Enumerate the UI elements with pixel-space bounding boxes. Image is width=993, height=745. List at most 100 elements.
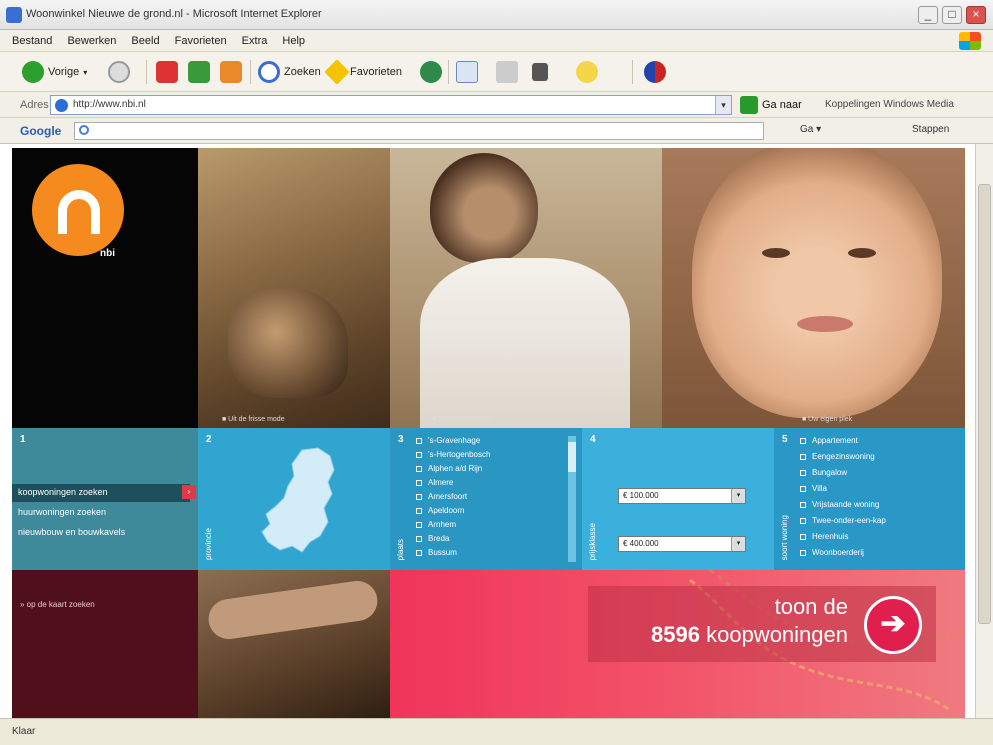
google-settings-button[interactable]: Stappen: [912, 124, 949, 135]
title-bar: Woonwinkel Nieuwe de grond.nl - Microsof…: [0, 0, 993, 30]
step-label: plaats: [396, 538, 405, 560]
print-button[interactable]: [496, 60, 518, 84]
stop-icon: [156, 61, 178, 83]
city-option[interactable]: Amersfoort: [416, 492, 467, 505]
hero-photo-hands: [198, 148, 390, 428]
menu-bewerken[interactable]: Bewerken: [67, 35, 116, 47]
nbi-logo[interactable]: [32, 164, 124, 256]
hero-banner: nbi ■ Uit de frisse mode ■ Lekker naar h…: [12, 148, 965, 428]
search-button[interactable]: Zoeken: [258, 60, 321, 84]
close-button[interactable]: ×: [966, 6, 986, 24]
city-list-scrollbar[interactable]: [568, 436, 576, 562]
minimize-button[interactable]: _: [918, 6, 938, 24]
refresh-button[interactable]: [188, 60, 210, 84]
messenger-button[interactable]: [576, 60, 598, 84]
maximize-button[interactable]: □: [942, 6, 962, 24]
photo-caption[interactable]: ■ Lekker naar huis: [432, 416, 490, 428]
edit-button[interactable]: [532, 60, 548, 84]
step-house-type: 5 soort woning Appartement Eengezinswoni…: [774, 428, 965, 570]
mail-icon: [456, 61, 478, 83]
chevron-right-icon: ›: [182, 485, 196, 499]
back-arrow-icon: [22, 61, 44, 83]
option-nieuwbouw[interactable]: nieuwbouw en bouwkavels: [12, 524, 190, 542]
google-toolbar: Google Ga ▾ Stappen: [0, 118, 993, 144]
google-logo: Google: [20, 124, 62, 138]
messenger-icon: [576, 61, 598, 83]
house-type-option[interactable]: Villa: [800, 484, 827, 497]
google-search-input[interactable]: [74, 122, 764, 140]
bottom-photo: [198, 570, 390, 718]
promo-label: koopwoningen: [706, 622, 848, 647]
google-search-options[interactable]: Ga ▾: [800, 124, 821, 135]
go-arrow-icon: [740, 96, 758, 114]
house-type-option[interactable]: Appartement: [800, 436, 858, 449]
menu-favorieten[interactable]: Favorieten: [175, 35, 227, 47]
research-button[interactable]: [644, 60, 666, 84]
home-button[interactable]: [220, 60, 242, 84]
scrollbar-thumb[interactable]: [978, 184, 991, 624]
city-option[interactable]: 's-Gravenhage: [416, 436, 480, 449]
price-max-select[interactable]: € 400.000 ▾: [618, 536, 746, 552]
house-type-option[interactable]: Eengezinswoning: [800, 452, 875, 465]
step-label: provincie: [204, 527, 213, 560]
step-search-type: 1 koopwoningen zoeken › huurwoningen zoe…: [12, 428, 198, 570]
status-bar: Klaar: [0, 718, 993, 745]
vertical-scrollbar[interactable]: [975, 144, 993, 718]
address-input[interactable]: http://www.nbi.nl ▾: [50, 95, 732, 115]
price-min-select[interactable]: € 100.000 ▾: [618, 488, 746, 504]
mail-button[interactable]: [456, 60, 478, 84]
address-bar: Adres http://www.nbi.nl ▾ Ga naar Koppel…: [0, 92, 993, 118]
back-label: Vorige: [48, 66, 80, 78]
house-type-option[interactable]: Twee-onder-een-kap: [800, 516, 886, 529]
step-number: 5: [782, 434, 788, 445]
search-label: Zoeken: [284, 66, 321, 78]
refresh-icon: [188, 61, 210, 83]
search-wizard: 1 koopwoningen zoeken › huurwoningen zoe…: [12, 428, 965, 570]
menu-beeld[interactable]: Beeld: [131, 35, 159, 47]
promo-line2: 8596 koopwoningen: [651, 622, 848, 648]
windows-logo-icon: [959, 32, 981, 50]
house-type-option[interactable]: Vrijstaande woning: [800, 500, 879, 513]
menu-bar: Bestand Bewerken Beeld Favorieten Extra …: [0, 30, 993, 52]
ie-app-icon: [6, 7, 22, 23]
map-search-link[interactable]: » op de kaart zoeken: [20, 600, 95, 609]
city-option[interactable]: Bussum: [416, 548, 457, 561]
city-option[interactable]: 's-Hertogenbosch: [416, 450, 490, 463]
favorites-button[interactable]: Favorieten: [324, 59, 402, 85]
city-option[interactable]: Apeldoorn: [416, 506, 464, 519]
house-type-option[interactable]: Woonboerderij: [800, 548, 864, 561]
search-icon: [79, 125, 89, 136]
address-dropdown-icon[interactable]: ▾: [715, 96, 731, 114]
menu-bestand[interactable]: Bestand: [12, 35, 52, 47]
back-button[interactable]: Vorige ▾: [22, 60, 87, 84]
step-province: 2 provincie: [198, 428, 390, 570]
house-type-option[interactable]: Bungalow: [800, 468, 847, 481]
photo-caption[interactable]: ■ Uit de frisse mode: [222, 416, 285, 428]
step-label: soort woning: [780, 514, 789, 560]
menu-extra[interactable]: Extra: [242, 35, 268, 47]
city-option[interactable]: Alphen a/d Rijn: [416, 464, 482, 477]
go-button[interactable]: Ga naar: [740, 96, 802, 114]
forward-button[interactable]: [108, 60, 130, 84]
links-bar[interactable]: Koppelingen Windows Media: [825, 99, 954, 110]
step-label: prijsklasse: [588, 522, 597, 560]
netherlands-map[interactable]: [258, 446, 338, 556]
option-koopwoningen[interactable]: koopwoningen zoeken ›: [12, 484, 196, 502]
status-text: Klaar: [12, 726, 36, 737]
star-icon: [324, 59, 350, 85]
city-option[interactable]: Breda: [416, 534, 449, 547]
browser-window: Woonwinkel Nieuwe de grond.nl - Microsof…: [0, 0, 993, 745]
house-type-option[interactable]: Herenhuis: [800, 532, 848, 545]
hero-photo-man: [390, 148, 662, 428]
menu-help[interactable]: Help: [282, 35, 305, 47]
history-button[interactable]: [420, 60, 442, 84]
page-icon: [55, 99, 68, 112]
option-huurwoningen[interactable]: huurwoningen zoeken: [12, 504, 190, 522]
address-label: Adres: [20, 99, 49, 111]
city-option[interactable]: Almere: [416, 478, 453, 491]
city-option[interactable]: Arnhem: [416, 520, 456, 533]
promo-cta[interactable]: toon de 8596 koopwoningen ➔: [588, 586, 936, 662]
stop-button[interactable]: [156, 60, 178, 84]
photo-caption[interactable]: ■ Uw eigen plek: [802, 416, 852, 428]
arrow-right-icon[interactable]: ➔: [864, 596, 922, 654]
